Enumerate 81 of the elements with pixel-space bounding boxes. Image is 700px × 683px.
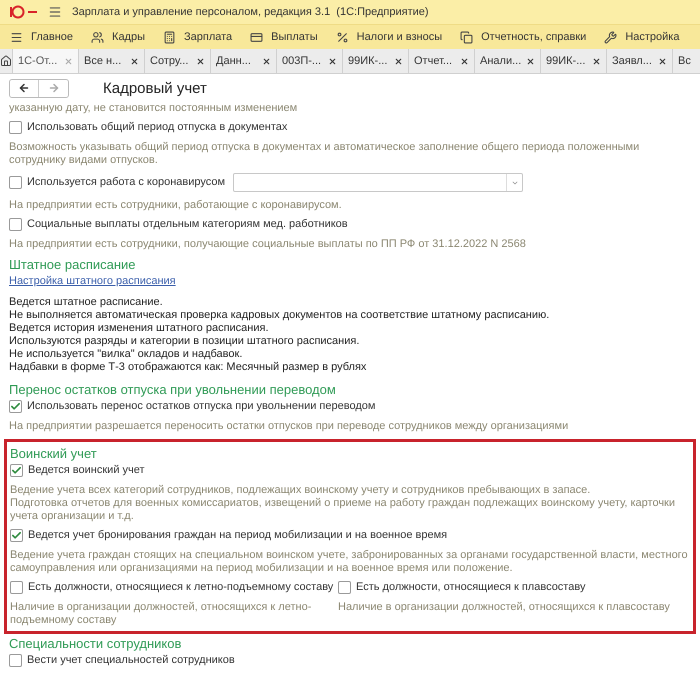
tab-label: Сотру... <box>150 54 188 68</box>
hint-text: Возможность указывать общий период отпуска в документах и автоматическое заполнение общего периода положенными сотруднику видами отпусков. <box>9 141 640 167</box>
info-text: Ведется штатное расписание. <box>9 296 164 309</box>
checkbox[interactable] <box>9 121 22 134</box>
checkbox-label: Использовать перенос остатков отпуска при увольнении переводом <box>27 400 376 413</box>
settings-link[interactable]: Настройка штатного расписания <box>9 275 176 287</box>
section-heading: Штатное расписание <box>9 257 137 272</box>
info-text: Используются разряды и категории в позиции штатного расписания. <box>9 335 360 348</box>
checkbox-label: Социальные выплаты отдельным категориям мед. работников <box>27 218 348 231</box>
close-icon[interactable] <box>526 56 535 66</box>
page-title: Кадровый учет <box>103 82 207 94</box>
wrench-icon <box>604 30 618 44</box>
hint-text: Наличие в организации должностей, относящихся к летно-подъемному составу <box>10 601 312 627</box>
checkbox-label: Вести учет специальностей сотрудников <box>27 654 235 667</box>
tab-label: 99ИК-... <box>546 54 586 68</box>
logo-icon <box>8 5 38 19</box>
people-icon <box>91 30 104 44</box>
close-icon[interactable] <box>658 56 667 66</box>
menu-item[interactable]: Налоги и взносы <box>336 30 442 44</box>
menu-item[interactable]: Настройка <box>604 30 680 44</box>
close-icon[interactable] <box>328 56 337 66</box>
close-icon[interactable] <box>262 56 271 66</box>
card-icon <box>250 30 264 44</box>
checkbox[interactable] <box>338 581 351 594</box>
hint-text: Ведение учета всех категорий сотрудников, подлежащих воинскому учету и сотрудников пребывающих в запасе. Подготовка отчетов для военных комиссариатов, извещений о приеме на работу граждан подлежащих воинскому учету, карточки учета организации и т.д. <box>10 484 676 523</box>
tab-label: 99ИК-... <box>348 54 388 68</box>
checkbox[interactable] <box>9 400 22 413</box>
home-icon <box>0 55 12 67</box>
checkbox-label: Используется работа с коронавирусом <box>27 176 226 189</box>
section-heading: Воинский учет <box>10 446 98 461</box>
menu-icon[interactable] <box>48 5 62 19</box>
close-icon[interactable] <box>592 56 601 66</box>
forward-icon <box>48 82 60 94</box>
hint-text: На предприятии есть сотрудники, работающие с коронавирусом. <box>9 199 343 212</box>
checkbox[interactable] <box>10 529 23 542</box>
hint-text: указанную дату, не становится постоянным изменением <box>9 102 298 115</box>
info-text: Не выполняется автоматическая проверка кадровых документов на соответствие штатному расписанию. <box>9 309 550 322</box>
menu-item[interactable]: Зарплата <box>163 30 232 44</box>
hint-text: На предприятии есть сотрудники, получающие социальные выплаты по ПП РФ от 31.12.2022 N 2568 <box>9 238 527 251</box>
info-text: Ведется история изменения штатного расписания. <box>9 322 270 335</box>
tab-label: Анали... <box>480 54 522 68</box>
menu-item[interactable]: Выплаты <box>250 30 318 44</box>
tab-label: Заявл... <box>612 54 652 68</box>
documents-icon <box>460 30 474 44</box>
menu-item[interactable]: Главное <box>10 30 74 44</box>
checkbox-label: Есть должности, относящиеся к плавсоставу <box>356 581 586 594</box>
info-text: Надбавки в форме Т-3 отображаются как: Месячный размер в рублях <box>9 361 368 374</box>
percent-icon <box>336 30 349 44</box>
checkbox-label: Есть должности, относящиеся к летно-подъемному составу <box>28 581 334 594</box>
tab[interactable]: 1С-От... <box>13 49 79 73</box>
window-title: Зарплата и управление персоналом, редакция 3.1 (1С:Предприятие) <box>72 6 429 18</box>
checkbox-label: Ведется воинский учет <box>28 464 145 477</box>
info-text: Не используется "вилка" окладов и надбавок. <box>9 348 244 361</box>
calculator-icon <box>163 30 176 44</box>
tab-label: 1С-От... <box>18 54 58 68</box>
tab-label: Отчет... <box>414 54 452 68</box>
checkbox[interactable] <box>10 464 23 477</box>
close-icon[interactable] <box>130 56 139 66</box>
tab-label: Вс <box>678 54 691 68</box>
hint-text: Наличие в организации должностей, относящихся к плавсоставу <box>338 601 671 614</box>
checkbox[interactable] <box>9 176 22 189</box>
tab-label: 003П-... <box>282 54 322 68</box>
checkbox-label: Ведется учет бронирования граждан на период мобилизации и на военное время <box>28 529 448 542</box>
section-heading: Перенос остатков отпуска при увольнении переводом <box>9 382 337 397</box>
close-icon[interactable] <box>460 56 469 66</box>
close-icon[interactable] <box>196 56 205 66</box>
back-icon <box>18 82 30 94</box>
close-icon[interactable] <box>394 56 403 66</box>
menu-icon <box>10 30 23 44</box>
menu-item[interactable]: Кадры <box>91 30 145 44</box>
tab-label: Данн... <box>216 54 251 68</box>
menu-item[interactable]: Отчетность, справки <box>460 30 586 44</box>
section-heading: Специальности сотрудников <box>9 636 182 651</box>
checkbox[interactable] <box>9 218 22 231</box>
checkbox-label: Использовать общий период отпуска в документах <box>27 121 288 134</box>
tab-label: Все н... <box>84 54 122 68</box>
checkbox[interactable] <box>10 581 23 594</box>
select-field[interactable] <box>233 173 524 192</box>
checkbox[interactable] <box>9 654 22 667</box>
hint-text: На предприятии разрешается переносить остатки отпусков при переводе сотрудников между организациями <box>9 420 570 433</box>
hint-text: Ведение учета граждан стоящих на специальном воинском учете, забронированных за органами государственной власти, местного самоуправления или организациями на период мобилизации и на военное время или положение. <box>10 549 689 575</box>
